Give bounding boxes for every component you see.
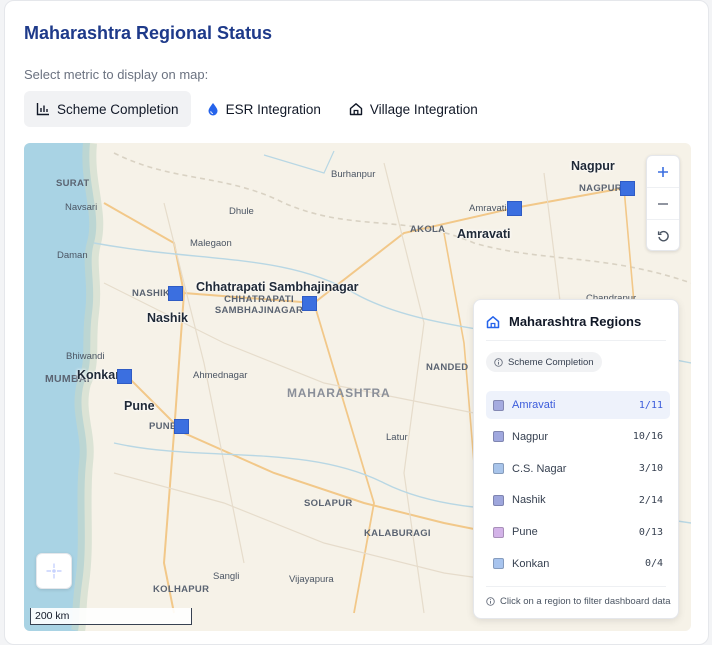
reset-view-button[interactable]: [647, 220, 679, 252]
city-label: Latur: [386, 432, 408, 443]
region-count: 10/16: [632, 431, 663, 443]
city-label: Vijayapura: [289, 574, 334, 585]
city-label: Burhanpur: [331, 169, 376, 180]
locate-button[interactable]: [36, 553, 72, 589]
page-title: Maharashtra Regional Status: [24, 23, 273, 43]
region-label-pune: Pune: [124, 399, 155, 413]
city-label: SURAT: [56, 178, 90, 189]
region-swatch: [493, 526, 504, 538]
panel-header: Maharashtra Regions: [486, 314, 641, 329]
city-label: KALABURAGI: [364, 528, 431, 539]
tab-village-integration[interactable]: Village Integration: [337, 91, 490, 127]
regional-status-card: Maharashtra Regional Status Select metri…: [4, 0, 709, 645]
info-icon: [494, 357, 503, 367]
region-row-amravati[interactable]: Amravati 1/11: [486, 391, 670, 419]
city-label: NANDED: [426, 362, 469, 373]
region-label-konkan: Konkan: [77, 368, 123, 382]
region-label-nagpur: Nagpur: [571, 159, 615, 173]
tab-label: ESR Integration: [225, 101, 321, 117]
tab-label: Scheme Completion: [57, 101, 179, 117]
region-swatch: [493, 431, 504, 443]
metric-tabs: Scheme Completion ESR Integration Villag…: [24, 91, 490, 127]
region-swatch: [493, 494, 504, 506]
city-label: SOLAPUR: [304, 498, 353, 509]
city-label: AKOLA: [410, 224, 446, 235]
region-row-pune[interactable]: Pune 0/13: [486, 518, 670, 546]
region-count: 0/13: [638, 526, 663, 538]
city-label: NASHIK: [132, 288, 171, 299]
zoom-in-button[interactable]: [647, 156, 679, 188]
region-marker-konkan[interactable]: [117, 369, 132, 384]
region-label-nashik: Nashik: [147, 311, 188, 325]
region-swatch: [493, 399, 504, 411]
panel-hint: Click on a region to filter dashboard da…: [486, 596, 671, 607]
region-name: Konkan: [512, 557, 550, 570]
city-label: Navsari: [65, 202, 98, 213]
tab-label: Village Integration: [369, 101, 478, 117]
region-marker-sambhajinagar[interactable]: [302, 296, 317, 311]
region-count: 1/11: [638, 399, 663, 411]
region-list: Amravati 1/11 Nagpur 10/16 C.S. Nagar 3/…: [486, 391, 670, 582]
city-label: Bhiwandi: [66, 351, 105, 362]
map-scale-bar: 200 km: [30, 608, 192, 625]
city-label: Malegaon: [190, 238, 232, 249]
region-marker-amravati[interactable]: [507, 201, 522, 216]
metric-prompt: Select metric to display on map:: [24, 67, 209, 82]
region-name: Amravati: [512, 399, 556, 411]
bar-chart-icon: [36, 103, 49, 116]
region-marker-nagpur[interactable]: [620, 181, 635, 196]
metric-chip: Scheme Completion: [486, 352, 602, 372]
region-row-konkan[interactable]: Konkan 0/4: [486, 550, 670, 578]
home-icon: [349, 103, 363, 116]
plus-icon: [658, 166, 668, 177]
region-swatch: [493, 558, 504, 570]
crosshair-icon: [46, 563, 62, 579]
state-label: MAHARASHTRA: [287, 386, 391, 400]
city-label: CHHATRAPATI SAMBHAJINAGAR: [214, 294, 304, 316]
zoom-controls: [646, 155, 680, 251]
region-swatch: [493, 463, 504, 475]
region-count: 3/10: [638, 463, 663, 475]
region-name: Nashik: [512, 494, 546, 507]
info-icon: [486, 597, 495, 606]
region-count: 2/14: [638, 494, 663, 506]
region-marker-pune[interactable]: [174, 419, 189, 434]
region-label-amravati: Amravati: [457, 227, 511, 241]
city-label: Ahmednagar: [193, 370, 248, 381]
minus-icon: [658, 202, 668, 205]
region-name: Nagpur: [512, 430, 549, 443]
divider: [486, 340, 666, 341]
water-drop-icon: [208, 103, 218, 116]
city-label: Daman: [57, 250, 88, 261]
tab-esr-integration[interactable]: ESR Integration: [195, 91, 333, 127]
home-icon: [486, 315, 500, 328]
region-name: Pune: [512, 526, 538, 539]
regions-panel: Maharashtra Regions Scheme Completion Am…: [473, 299, 679, 619]
reset-icon: [657, 230, 669, 241]
city-label: Amravati: [469, 203, 507, 214]
panel-title: Maharashtra Regions: [509, 314, 642, 329]
city-label: NAGPUR: [579, 183, 622, 194]
hint-text: Click on a region to filter dashboard da…: [500, 596, 671, 607]
region-map[interactable]: Burhanpur SURAT Navsari Dhule Malegaon D…: [24, 143, 691, 631]
city-label: Sangli: [213, 571, 240, 582]
region-label-chhatrapati-sambhajinagar: Chhatrapati Sambhajinagar: [196, 280, 359, 294]
region-row-nagpur[interactable]: Nagpur 10/16: [486, 423, 670, 451]
chip-label: Scheme Completion: [508, 356, 594, 368]
region-count: 0/4: [644, 558, 663, 570]
region-name: C.S. Nagar: [512, 462, 567, 475]
region-row-nashik[interactable]: Nashik 2/14: [486, 486, 670, 514]
tab-scheme-completion[interactable]: Scheme Completion: [24, 91, 191, 127]
city-label: PUNE: [149, 421, 177, 432]
zoom-out-button[interactable]: [647, 188, 679, 220]
region-row-cs-nagar[interactable]: C.S. Nagar 3/10: [486, 455, 670, 483]
region-marker-nashik[interactable]: [168, 286, 183, 301]
city-label: KOLHAPUR: [153, 584, 210, 595]
city-label: Dhule: [229, 206, 254, 217]
divider: [486, 586, 666, 587]
